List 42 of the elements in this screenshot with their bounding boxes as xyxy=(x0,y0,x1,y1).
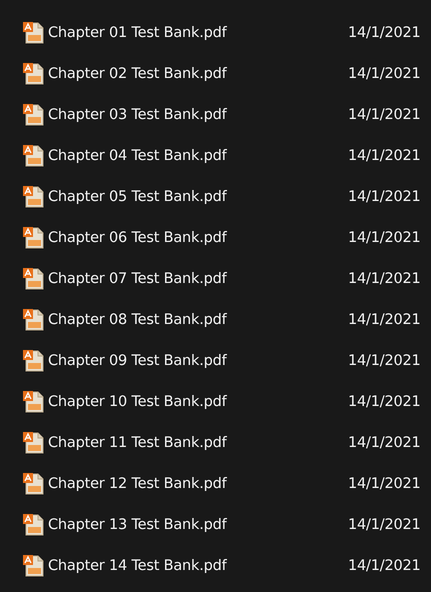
date-modified: 14/1/2021 xyxy=(348,106,421,122)
pdf-file-icon xyxy=(23,390,44,412)
date-modified: 14/1/2021 xyxy=(348,434,421,450)
file-name[interactable]: Chapter 04 Test Bank.pdf xyxy=(48,148,348,164)
pdf-file-icon xyxy=(23,62,44,84)
date-modified: 14/1/2021 xyxy=(348,516,421,532)
file-name[interactable]: Chapter 07 Test Bank.pdf xyxy=(48,270,348,286)
date-modified: 14/1/2021 xyxy=(348,394,421,410)
file-name[interactable]: Chapter 09 Test Bank.pdf xyxy=(48,352,348,368)
date-modified: 14/1/2021 xyxy=(348,352,421,368)
pdf-file-icon xyxy=(23,472,44,494)
file-name[interactable]: Chapter 06 Test Bank.pdf xyxy=(48,230,348,246)
file-name[interactable]: Chapter 14 Test Bank.pdf xyxy=(48,558,348,574)
pdf-file-icon xyxy=(23,268,44,290)
pdf-file-icon xyxy=(23,308,44,330)
date-modified: 14/1/2021 xyxy=(348,148,421,164)
file-name[interactable]: Chapter 13 Test Bank.pdf xyxy=(48,516,348,532)
pdf-file-icon xyxy=(23,514,44,536)
date-modified: 14/1/2021 xyxy=(348,188,421,204)
file-name[interactable]: Chapter 10 Test Bank.pdf xyxy=(48,394,348,410)
date-modified: 14/1/2021 xyxy=(348,24,421,40)
file-name[interactable]: Chapter 08 Test Bank.pdf xyxy=(48,312,348,328)
date-modified: 14/1/2021 xyxy=(348,230,421,246)
pdf-file-icon xyxy=(23,104,44,126)
date-modified: 14/1/2021 xyxy=(348,558,421,574)
date-modified: 14/1/2021 xyxy=(348,66,421,82)
file-name[interactable]: Chapter 12 Test Bank.pdf xyxy=(48,476,348,492)
file-name[interactable]: Chapter 11 Test Bank.pdf xyxy=(48,434,348,450)
pdf-file-icon xyxy=(23,554,44,576)
file-name[interactable]: Chapter 02 Test Bank.pdf xyxy=(48,66,348,82)
pdf-file-icon xyxy=(23,22,44,44)
pdf-file-icon xyxy=(23,432,44,454)
date-modified: 14/1/2021 xyxy=(348,476,421,492)
file-name[interactable]: Chapter 01 Test Bank.pdf xyxy=(48,24,348,40)
pdf-file-icon xyxy=(23,144,44,166)
pdf-file-icon xyxy=(23,186,44,208)
pdf-file-icon xyxy=(23,350,44,372)
pdf-file-icon xyxy=(23,226,44,248)
file-name[interactable]: Chapter 05 Test Bank.pdf xyxy=(48,188,348,204)
file-name[interactable]: Chapter 03 Test Bank.pdf xyxy=(48,106,348,122)
date-modified: 14/1/2021 xyxy=(348,312,421,328)
date-modified: 14/1/2021 xyxy=(348,270,421,286)
